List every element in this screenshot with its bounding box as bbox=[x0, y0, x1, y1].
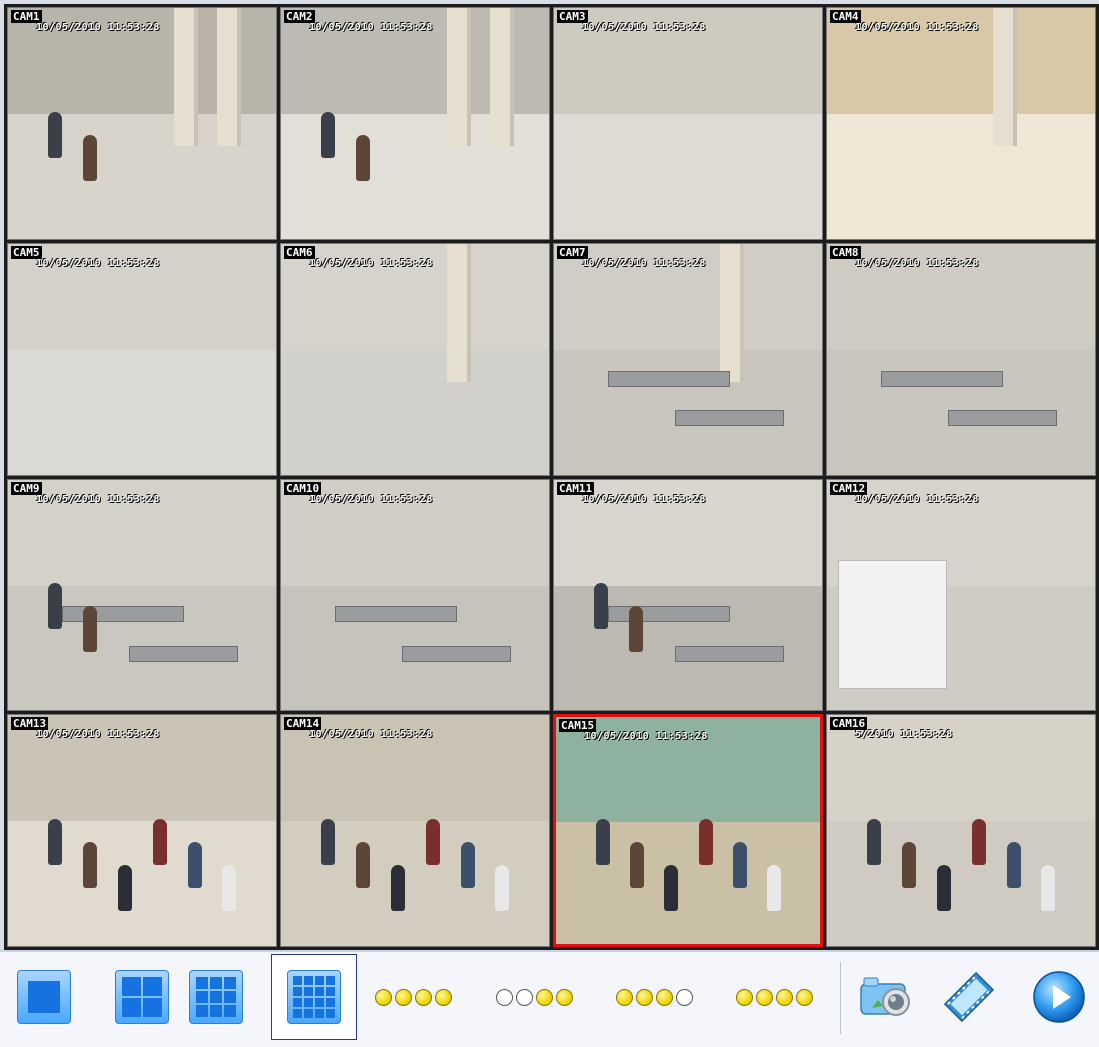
camera-icon bbox=[860, 977, 910, 1016]
camera-feed bbox=[8, 243, 276, 475]
camera-timestamp: 10/05/2010 11:53:28 bbox=[309, 729, 433, 741]
camera-tile[interactable]: CAM3 10/05/2010 11:53:28 bbox=[553, 7, 823, 240]
camera-tile[interactable]: CAM14 10/05/2010 11:53:28 bbox=[280, 714, 550, 947]
channel-indicator-dot[interactable] bbox=[375, 989, 392, 1006]
channel-group[interactable] bbox=[616, 989, 693, 1006]
layout-3x3-button[interactable] bbox=[186, 967, 246, 1027]
camera-tile[interactable]: CAM13 10/05/2010 11:53:28 bbox=[7, 714, 277, 947]
channel-group[interactable] bbox=[736, 989, 813, 1006]
camera-feed bbox=[827, 715, 1095, 946]
channel-group[interactable] bbox=[375, 989, 452, 1006]
camera-feed bbox=[8, 715, 276, 946]
record-button[interactable] bbox=[938, 966, 1000, 1028]
camera-feed bbox=[8, 8, 276, 239]
channel-indicator-dot[interactable] bbox=[736, 989, 753, 1006]
channel-indicator-dot[interactable] bbox=[556, 989, 573, 1006]
sixteen-view-icon bbox=[287, 970, 341, 1024]
camera-timestamp: 10/05/2010 11:53:28 bbox=[309, 493, 433, 505]
camera-feed bbox=[827, 243, 1095, 475]
camera-tile[interactable]: CAM6 10/05/2010 11:53:28 bbox=[280, 242, 550, 476]
camera-tile[interactable]: CAM16 5/2010 11:53:28 bbox=[826, 714, 1096, 947]
camera-tile[interactable]: CAM5 10/05/2010 11:53:28 bbox=[7, 242, 277, 476]
quad-view-icon bbox=[115, 970, 169, 1024]
camera-timestamp: 10/05/2010 11:53:28 bbox=[309, 257, 433, 269]
camera-tile[interactable]: CAM1 10/05/2010 11:53:28 bbox=[7, 7, 277, 240]
toolbar-divider bbox=[840, 962, 841, 1034]
layout-2x2-button[interactable] bbox=[112, 967, 172, 1027]
camera-feed bbox=[281, 479, 549, 711]
channel-indicator-dot[interactable] bbox=[756, 989, 773, 1006]
camera-feed bbox=[8, 479, 276, 711]
camera-timestamp: 10/05/2010 11:53:28 bbox=[36, 257, 160, 269]
camera-feed bbox=[554, 243, 822, 475]
camera-timestamp: 5/2010 11:53:28 bbox=[855, 729, 953, 741]
channel-indicator-dot[interactable] bbox=[496, 989, 513, 1006]
camera-feed bbox=[827, 8, 1095, 239]
channel-indicator-dot[interactable] bbox=[796, 989, 813, 1006]
film-icon bbox=[943, 971, 995, 1023]
channel-indicator-dot[interactable] bbox=[435, 989, 452, 1006]
camera-timestamp: 10/05/2010 11:53:28 bbox=[309, 22, 433, 33]
camera-timestamp: 10/05/2010 11:53:28 bbox=[36, 493, 160, 505]
camera-tile[interactable]: CAM11 10/05/2010 11:53:28 bbox=[553, 478, 823, 712]
camera-feed bbox=[281, 715, 549, 946]
camera-tile[interactable]: CAM2 10/05/2010 11:53:28 bbox=[280, 7, 550, 240]
camera-tile[interactable]: CAM10 10/05/2010 11:53:28 bbox=[280, 478, 550, 712]
camera-timestamp: 10/05/2010 11:53:28 bbox=[582, 493, 706, 505]
camera-timestamp: 10/05/2010 11:53:28 bbox=[855, 257, 979, 269]
single-view-icon bbox=[17, 970, 71, 1024]
layout-1x1-button[interactable] bbox=[14, 967, 74, 1027]
camera-tile[interactable]: CAM9 10/05/2010 11:53:28 bbox=[7, 478, 277, 712]
camera-feed bbox=[281, 8, 549, 239]
camera-tile[interactable]: CAM12 10/05/2010 11:53:28 bbox=[826, 478, 1096, 712]
play-button[interactable] bbox=[1028, 966, 1090, 1028]
camera-tile[interactable]: CAM15 10/05/2010 11:53:28 bbox=[553, 714, 823, 947]
camera-timestamp: 10/05/2010 11:53:28 bbox=[36, 22, 160, 33]
camera-timestamp: 10/05/2010 11:53:28 bbox=[855, 22, 979, 33]
bottom-toolbar bbox=[0, 950, 1099, 1047]
camera-timestamp: 10/05/2010 11:53:28 bbox=[855, 493, 979, 505]
channel-indicator-dot[interactable] bbox=[636, 989, 653, 1006]
channel-indicator-dot[interactable] bbox=[395, 989, 412, 1006]
camera-feed bbox=[556, 717, 820, 944]
camera-feed bbox=[554, 8, 822, 239]
camera-tile[interactable]: CAM4 10/05/2010 11:53:28 bbox=[826, 7, 1096, 240]
camera-tile[interactable]: CAM8 10/05/2010 11:53:28 bbox=[826, 242, 1096, 476]
channel-indicator-dot[interactable] bbox=[776, 989, 793, 1006]
channel-indicator-dot[interactable] bbox=[616, 989, 633, 1006]
channel-group[interactable] bbox=[496, 989, 573, 1006]
channel-indicator-dot[interactable] bbox=[516, 989, 533, 1006]
camera-timestamp: 10/05/2010 11:53:28 bbox=[582, 22, 706, 33]
camera-timestamp: 10/05/2010 11:53:28 bbox=[584, 731, 708, 743]
camera-feed bbox=[554, 479, 822, 711]
channel-indicator-dot[interactable] bbox=[656, 989, 673, 1006]
camera-timestamp: 10/05/2010 11:53:28 bbox=[36, 729, 160, 741]
play-icon bbox=[1033, 971, 1085, 1023]
channel-indicator-dot[interactable] bbox=[676, 989, 693, 1006]
camera-grid: CAM1 10/05/2010 11:53:28 CAM2 10/05/2010… bbox=[4, 4, 1099, 950]
snapshot-button[interactable] bbox=[856, 966, 918, 1028]
camera-timestamp: 10/05/2010 11:53:28 bbox=[582, 257, 706, 269]
camera-feed bbox=[827, 479, 1095, 711]
channel-indicator-dot[interactable] bbox=[536, 989, 553, 1006]
channel-indicator-dot[interactable] bbox=[415, 989, 432, 1006]
camera-feed bbox=[281, 243, 549, 475]
camera-tile[interactable]: CAM7 10/05/2010 11:53:28 bbox=[553, 242, 823, 476]
nine-view-icon bbox=[189, 970, 243, 1024]
layout-4x4-button[interactable] bbox=[271, 954, 357, 1040]
